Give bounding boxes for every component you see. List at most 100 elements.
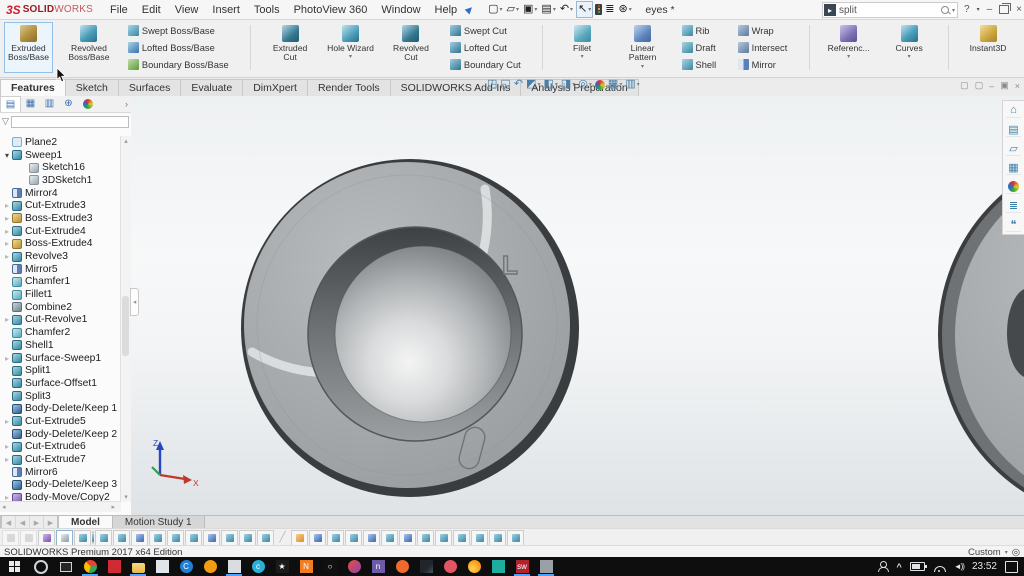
heads-up-icon[interactable]: ◎: [578, 79, 592, 90]
battery-icon[interactable]: [910, 562, 925, 571]
task-pane-tab-icon[interactable]: ⌂: [1006, 103, 1021, 118]
ribbon-button[interactable]: Lofted Boss/Base: [125, 39, 247, 56]
search-box[interactable]: ▸ split ▾: [822, 2, 958, 18]
tree-item[interactable]: Cut-Extrude6: [0, 441, 121, 454]
selection-filter-icon[interactable]: [327, 530, 344, 546]
dropdown-caret-icon[interactable]: ▾: [534, 6, 537, 13]
taskbar-app-icon[interactable]: ★: [270, 557, 294, 576]
selection-filter-icon[interactable]: [221, 530, 238, 546]
close-button[interactable]: ×: [1016, 4, 1022, 15]
expand-arrow-icon[interactable]: [3, 442, 11, 451]
units-caret-icon[interactable]: ▾: [1005, 549, 1008, 556]
expand-arrow-icon[interactable]: [3, 455, 11, 464]
selection-filter-icon[interactable]: [20, 530, 37, 546]
wifi-icon[interactable]: [933, 562, 946, 572]
command-tab[interactable]: DimXpert: [242, 79, 308, 96]
taskbar-app-icon[interactable]: [150, 557, 174, 576]
search-input[interactable]: split: [839, 5, 941, 16]
ribbon-button[interactable]: Fillet: [558, 22, 607, 73]
taskbar-app-icon[interactable]: [126, 557, 150, 576]
tree-item[interactable]: Chamfer2: [0, 326, 121, 339]
selection-filter-icon[interactable]: [203, 530, 220, 546]
expand-arrow-icon[interactable]: [3, 315, 11, 324]
ribbon-button[interactable]: Wrap: [735, 22, 806, 39]
ribbon-button[interactable]: Draft: [679, 39, 735, 56]
tree-item[interactable]: Body-Delete/Keep 3: [0, 479, 121, 492]
tree-item[interactable]: Shell1: [0, 339, 121, 352]
taskbar-app-icon[interactable]: [414, 557, 438, 576]
selection-filter-icon[interactable]: [95, 530, 112, 546]
expand-arrow-icon[interactable]: [3, 214, 11, 223]
doc-window-button[interactable]: ▢: [975, 80, 984, 91]
tree-item[interactable]: Plane2: [0, 136, 121, 149]
notification-center-icon[interactable]: [1005, 561, 1018, 573]
taskbar-app-icon[interactable]: sw: [510, 557, 534, 576]
heads-up-icon[interactable]: ▦: [608, 79, 622, 90]
taskbar-app-icon[interactable]: C: [174, 557, 198, 576]
ribbon-button[interactable]: Mirror: [735, 56, 806, 73]
expand-arrow-icon[interactable]: [3, 227, 11, 236]
taskbar-app-icon[interactable]: [342, 557, 366, 576]
quick-access-button[interactable]: ▣ ▾: [522, 2, 538, 17]
selection-filter-icon[interactable]: [345, 530, 362, 546]
tree-item[interactable]: Mirror6: [0, 466, 121, 479]
taskbar-app-icon[interactable]: ○: [318, 557, 342, 576]
selection-filter-icon[interactable]: [56, 530, 73, 546]
command-tab[interactable]: Render Tools: [307, 79, 391, 96]
task-pane-tab-icon[interactable]: ❝: [1006, 217, 1021, 232]
selection-filter-icon[interactable]: [113, 530, 130, 546]
minimize-button[interactable]: –: [987, 4, 993, 15]
tree-filter-input[interactable]: [11, 116, 129, 128]
eyeball-sphere[interactable]: [335, 246, 511, 422]
tree-item[interactable]: Boss-Extrude3: [0, 212, 121, 225]
taskbar-app-icon[interactable]: [198, 557, 222, 576]
expand-arrow-icon[interactable]: [3, 201, 11, 210]
menu-item[interactable]: Window: [374, 2, 427, 18]
tree-item[interactable]: Boss-Extrude4: [0, 238, 121, 251]
quick-access-button[interactable]: ↖ ▾: [576, 1, 593, 18]
tree-item[interactable]: Split3: [0, 390, 121, 403]
taskbar-app-icon[interactable]: [486, 557, 510, 576]
tree-item[interactable]: Split1: [0, 364, 121, 377]
tree-item[interactable]: Surface-Offset1: [0, 377, 121, 390]
scroll-left-icon[interactable]: ◂: [2, 503, 6, 511]
selection-filter-icon[interactable]: [257, 530, 274, 546]
doc-window-button[interactable]: –: [989, 81, 994, 91]
feature-manager-tab[interactable]: ▤: [0, 96, 21, 112]
graphics-viewport[interactable]: L Z X ◂ ⌂ ▤ ▱: [131, 96, 1024, 515]
ribbon-button[interactable]: [948, 25, 949, 70]
main-eye-part[interactable]: L: [241, 159, 579, 497]
command-tab[interactable]: Evaluate: [180, 79, 243, 96]
scrollbar-thumb[interactable]: [122, 296, 129, 356]
feature-manager-tab[interactable]: ▥: [40, 96, 59, 111]
selection-filter-icon[interactable]: [38, 530, 55, 546]
selection-filter-icon[interactable]: [92, 531, 94, 544]
start-button[interactable]: [0, 557, 28, 576]
ribbon-button[interactable]: Instant3D: [964, 22, 1013, 73]
tree-item[interactable]: Sweep1: [0, 149, 121, 162]
expand-arrow-icon[interactable]: [3, 239, 11, 248]
tree-item[interactable]: Mirror5: [0, 263, 121, 276]
status-options-icon[interactable]: ◎: [1012, 547, 1020, 558]
heads-up-icon[interactable]: ◱: [500, 79, 510, 90]
feature-manager-tab[interactable]: ▦: [21, 96, 40, 111]
menu-item[interactable]: File: [103, 2, 135, 18]
dropdown-caret-icon[interactable]: ▾: [553, 6, 556, 13]
scroll-right-icon[interactable]: ▸: [111, 503, 115, 511]
selection-filter-icon[interactable]: [363, 530, 380, 546]
selection-filter-icon[interactable]: [185, 530, 202, 546]
tree-item[interactable]: Chamfer1: [0, 276, 121, 289]
ribbon-button[interactable]: Revolved Boss/Base: [64, 22, 113, 73]
ribbon-button[interactable]: Swept Cut: [447, 22, 539, 39]
filter-funnel-icon[interactable]: ▽: [2, 116, 9, 127]
selection-filter-icon[interactable]: [149, 530, 166, 546]
cortana-button[interactable]: [28, 560, 54, 574]
quick-access-button[interactable]: ▢ ▾: [487, 2, 503, 17]
tree-item[interactable]: Cut-Extrude3: [0, 199, 121, 212]
expand-arrow-icon[interactable]: [3, 252, 11, 261]
tree-item[interactable]: Cut-Extrude5: [0, 415, 121, 428]
ribbon-button[interactable]: [250, 25, 251, 70]
tree-item[interactable]: Body-Delete/Keep 2: [0, 428, 121, 441]
heads-up-icon[interactable]: ●: [595, 80, 605, 90]
selection-filter-icon[interactable]: [417, 530, 434, 546]
